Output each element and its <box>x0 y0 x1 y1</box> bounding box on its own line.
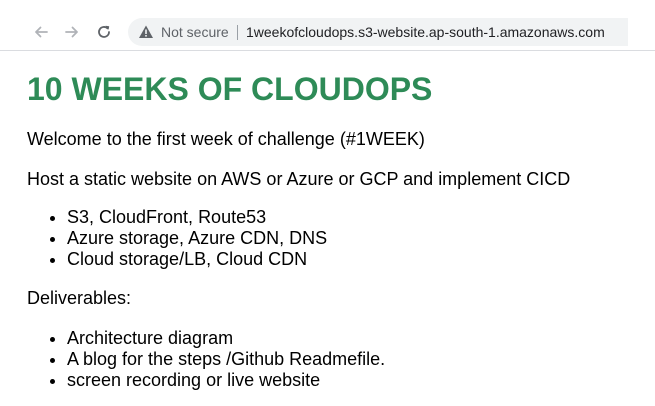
deliverables-label: Deliverables: <box>27 288 132 308</box>
list-item: Architecture diagram <box>67 328 385 349</box>
list-item: S3, CloudFront, Route53 <box>67 207 327 228</box>
welcome-text: Welcome to the first week of challenge (… <box>27 129 425 149</box>
list-item: Azure storage, Azure CDN, DNS <box>67 228 327 249</box>
options-list: S3, CloudFront, Route53 Azure storage, A… <box>27 207 327 270</box>
address-separator <box>237 25 238 40</box>
back-button[interactable] <box>30 21 52 43</box>
task-text: Host a static website on AWS or Azure or… <box>27 169 571 189</box>
list-item: A blog for the steps /Github Readmefile. <box>67 349 385 370</box>
warning-triangle-icon[interactable] <box>138 24 154 40</box>
url-text[interactable]: 1weekofcloudops.s3-website.ap-south-1.am… <box>246 24 605 40</box>
deliverables-list: Architecture diagram A blog for the step… <box>27 328 385 391</box>
forward-arrow-icon <box>65 26 78 38</box>
security-status-label[interactable]: Not secure <box>161 24 229 40</box>
browser-toolbar: Not secure 1weekofcloudops.s3-website.ap… <box>0 0 655 51</box>
list-item: Cloud storage/LB, Cloud CDN <box>67 249 327 270</box>
address-bar[interactable]: Not secure 1weekofcloudops.s3-website.ap… <box>128 18 628 46</box>
page-heading: 10 WEEKS OF CLOUDOPS <box>27 71 433 107</box>
reload-icon <box>98 25 110 38</box>
forward-button[interactable] <box>61 21 83 43</box>
back-arrow-icon <box>35 26 48 38</box>
list-item: screen recording or live website <box>67 370 385 391</box>
reload-button[interactable] <box>93 21 115 43</box>
